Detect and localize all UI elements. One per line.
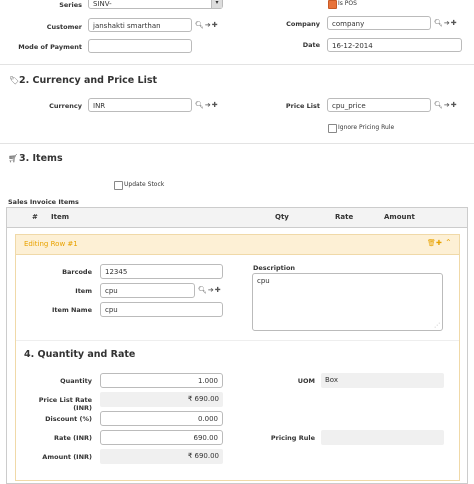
amount-value: ₹ 690.00 (100, 449, 223, 464)
date-input[interactable]: 16-12-2014 (327, 38, 462, 52)
col-rate: Rate (335, 213, 354, 221)
company-input[interactable]: company (327, 16, 431, 30)
plus-icon[interactable]: ✚ (451, 19, 458, 27)
arrow-right-icon[interactable]: ➔ (444, 19, 451, 27)
section-qty-title: 4. Quantity and Rate (24, 349, 136, 360)
plus-icon[interactable]: ✚ (436, 239, 442, 247)
customer-input[interactable]: janshakti smarthan (88, 18, 192, 32)
grid-header: # Item Qty Rate Amount (7, 208, 467, 228)
rate-input[interactable]: 690.00 (100, 430, 223, 445)
barcode-input[interactable]: 12345 (100, 264, 223, 279)
arrow-right-icon[interactable]: ➔ (444, 101, 451, 109)
rate-label: Rate (INR) (54, 434, 92, 442)
description-value: cpu (257, 277, 270, 285)
quantity-input[interactable]: 1.000 (100, 373, 223, 388)
description-label: Description (253, 264, 296, 272)
price-list-rate-value: ₹ 690.00 (100, 392, 223, 407)
price-list-rate-label: Price List Rate (INR) (38, 396, 92, 412)
mode-of-payment-label: Mode of Payment (18, 43, 82, 51)
price-list-input[interactable]: cpu_price (327, 98, 431, 112)
section-items-title: 3. Items (19, 153, 63, 164)
item-name-input[interactable]: cpu (100, 302, 223, 317)
col-item: Item (51, 213, 69, 221)
ignore-pricing-rule-label: Ignore Pricing Rule (338, 124, 395, 131)
editing-row-header[interactable]: Editing Row #1 🗑︎ ✚ ⌃ (16, 235, 459, 255)
item-label: Item (75, 287, 92, 295)
arrow-right-icon[interactable]: ➔ (208, 286, 215, 294)
search-icon[interactable]: 🔍︎ (434, 101, 444, 109)
plus-icon[interactable]: ✚ (451, 101, 458, 109)
arrow-right-icon[interactable]: ➔ (205, 21, 212, 29)
tag-icon: 🏷︎ (9, 76, 20, 85)
pricing-rule-label: Pricing Rule (270, 434, 315, 442)
search-icon[interactable]: 🔍︎ (198, 286, 208, 294)
discount-label: Discount (%) (45, 415, 92, 423)
description-textarea[interactable]: cpu ⋰ (252, 273, 443, 331)
plus-icon[interactable]: ✚ (212, 21, 219, 29)
chevron-up-icon[interactable]: ⌃ (445, 238, 452, 247)
ignore-pricing-rule-checkbox[interactable] (328, 124, 337, 133)
delete-icon[interactable]: 🗑︎ (427, 239, 436, 247)
amount-label: Amount (INR) (42, 453, 92, 461)
plus-icon[interactable]: ✚ (212, 101, 219, 109)
update-stock-label: Update Stock (124, 181, 165, 188)
search-icon[interactable]: 🔍︎ (195, 21, 205, 29)
company-link-icons: 🔍︎➔✚ (434, 19, 458, 27)
uom-label: UOM (297, 377, 315, 385)
chevron-down-icon[interactable]: ▾ (211, 0, 222, 8)
series-select[interactable]: SINV- ▾ (88, 0, 223, 9)
item-name-label: Item Name (52, 306, 92, 314)
company-label: Company (286, 20, 320, 28)
series-label: Series (59, 1, 82, 9)
currency-input[interactable]: INR (88, 98, 192, 112)
quantity-label: Quantity (60, 377, 92, 385)
discount-input[interactable]: 0.000 (100, 411, 223, 426)
price-list-label: Price List (285, 102, 320, 110)
mode-of-payment-input[interactable] (88, 39, 192, 53)
is-pos-checkbox[interactable] (328, 0, 337, 9)
plus-icon[interactable]: ✚ (215, 286, 222, 294)
resize-handle-icon[interactable]: ⋰ (434, 322, 440, 329)
item-link-icons: 🔍︎➔✚ (198, 286, 222, 294)
sales-invoice-items-label: Sales Invoice Items (8, 198, 79, 206)
divider (0, 64, 474, 65)
col-amount: Amount (384, 213, 415, 221)
divider (0, 143, 474, 144)
is-pos-label: Is POS (338, 0, 357, 7)
item-input[interactable]: cpu (100, 283, 195, 298)
price-list-link-icons: 🔍︎➔✚ (434, 101, 458, 109)
arrow-right-icon[interactable]: ➔ (205, 101, 212, 109)
currency-link-icons: 🔍︎➔✚ (195, 101, 219, 109)
customer-label: Customer (46, 23, 82, 31)
pricing-rule-value (321, 430, 444, 445)
cart-icon: 🛒︎ (8, 154, 19, 163)
uom-value: Box (321, 373, 444, 388)
search-icon[interactable]: 🔍︎ (195, 101, 205, 109)
col-qty: Qty (275, 213, 289, 221)
date-label: Date (302, 41, 320, 49)
currency-label: Currency (49, 102, 82, 110)
update-stock-checkbox[interactable] (114, 181, 123, 190)
editing-row-label: Editing Row #1 (24, 240, 78, 248)
col-index: # (32, 213, 38, 221)
customer-link-icons: 🔍︎➔✚ (195, 21, 219, 29)
search-icon[interactable]: 🔍︎ (434, 19, 444, 27)
barcode-label: Barcode (62, 268, 92, 276)
divider (16, 340, 459, 341)
section-currency-title: 2. Currency and Price List (19, 75, 158, 86)
series-value: SINV- (93, 0, 112, 8)
